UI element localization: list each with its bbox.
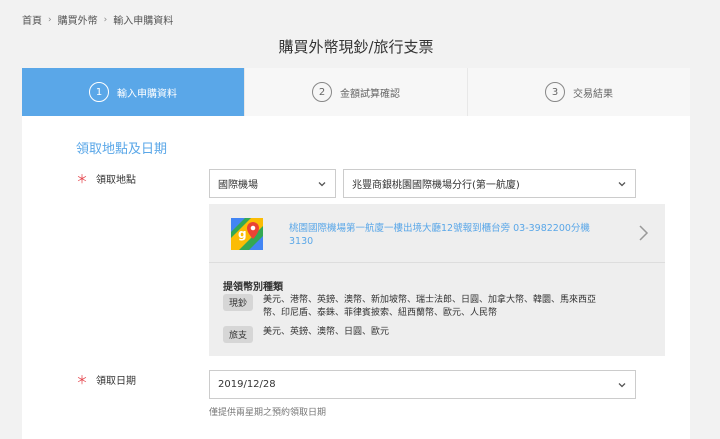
breadcrumb-buy-fx[interactable]: 購買外幣 [58,12,98,27]
map-address-link[interactable]: 桃園國際機場第一航廈一樓出境大廳12號報到櫃台旁 03-3982200分機313… [289,222,609,248]
chevron-down-icon [318,182,326,187]
step-label: 金額試算確認 [340,88,400,100]
pickup-date-hint: 僅提供兩星期之預約領取日期 [209,408,327,418]
page-title: 購買外幣現鈔/旅行支票 [278,38,434,56]
google-maps-icon: g [231,218,263,250]
pickup-location-text: 領取地點 [96,175,137,186]
chevron-right-icon: › [48,14,52,25]
cheque-currency-row: 旅支 美元、英鎊、澳幣、日圓、歐元 [223,326,603,343]
location-type-value: 國際機場 [218,180,258,191]
required-mark: ＊ [76,172,89,186]
chevron-down-icon [618,383,626,388]
cash-currency-list: 美元、港幣、英鎊、澳幣、新加坡幣、瑞士法郎、日圓、加拿大幣、韓圜、馬來西亞幣、印… [263,295,597,318]
pickup-date-value: 2019/12/28 [218,379,276,390]
step-label: 輸入申購資料 [117,88,177,100]
cash-badge: 現鈔 [223,294,254,311]
cash-currency-row: 現鈔 美元、港幣、英鎊、澳幣、新加坡幣、瑞士法郎、日圓、加拿大幣、韓圜、馬來西亞… [223,294,603,320]
pickup-location-label: ＊ 領取地點 [76,170,136,187]
breadcrumb: 首頁 › 購買外幣 › 輸入申購資料 [22,12,174,28]
step-label: 交易結果 [573,88,613,100]
step-2: 2 金額試算確認 [244,68,467,116]
map-link-row[interactable]: g 桃園國際機場第一航廈一樓出境大廳12號報到櫃台旁 03-3982200分機3… [209,204,665,263]
section-title: 領取地點及日期 [76,142,168,157]
step-number: 1 [89,82,109,102]
step-1: 1 輸入申購資料 [22,68,244,116]
cheque-badge: 旅支 [223,326,254,343]
pickup-date-text: 領取日期 [96,376,137,387]
svg-text:g: g [238,227,247,241]
chevron-right-icon: › [103,14,108,25]
chevron-down-icon [618,182,626,187]
branch-info-box: g 桃園國際機場第一航廈一樓出境大廳12號報到櫃台旁 03-3982200分機3… [209,204,665,356]
breadcrumb-home[interactable]: 首頁 [22,12,42,27]
currency-types-title: 提領幣別種類 [223,282,283,293]
step-indicator: 1 輸入申購資料 2 金額試算確認 3 交易結果 [22,68,690,116]
form-card: 1 輸入申購資料 2 金額試算確認 3 交易結果 領取地點及日期 ＊ 領取地點 … [22,68,690,439]
step-3: 3 交易結果 [467,68,690,116]
branch-select[interactable]: 兆豐商銀桃園國際機場分行(第一航廈) [343,169,636,198]
cheque-currency-list: 美元、英鎊、澳幣、日圓、歐元 [263,327,390,337]
chevron-right-icon [639,225,649,241]
location-type-select[interactable]: 國際機場 [209,169,336,198]
step-number: 3 [545,82,565,102]
required-mark: ＊ [76,373,89,387]
pickup-date-label: ＊ 領取日期 [76,371,136,388]
branch-value: 兆豐商銀桃園國際機場分行(第一航廈) [352,180,520,191]
step-number: 2 [312,82,332,102]
breadcrumb-current: 輸入申購資料 [113,16,174,27]
pickup-date-select[interactable]: 2019/12/28 [209,370,636,399]
